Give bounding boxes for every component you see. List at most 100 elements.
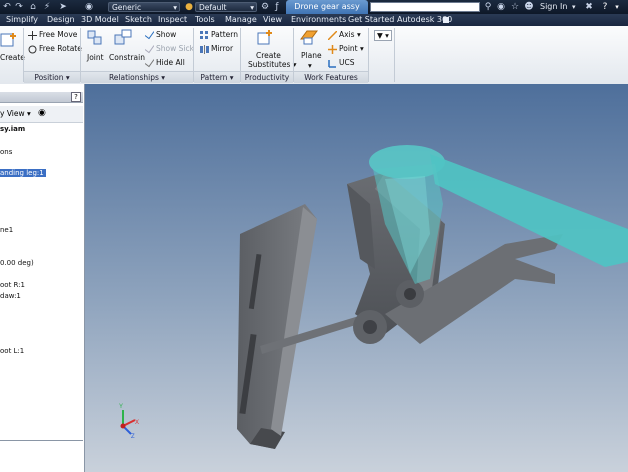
- appearance-value: Generic: [112, 3, 142, 12]
- model-render: Y X Z: [119, 145, 628, 449]
- panel-pattern[interactable]: Pattern ▾: [194, 71, 240, 83]
- point-button[interactable]: Point ▾: [328, 44, 364, 54]
- panel-productivity-label: Productivity: [244, 73, 290, 82]
- axis-icon: [328, 30, 337, 40]
- tree-item-foot-l[interactable]: oot L:1: [0, 347, 24, 355]
- mirror-label: Mirror: [211, 44, 234, 53]
- tree-item-angle[interactable]: 0.00 deg): [0, 259, 34, 267]
- show-sick-button[interactable]: Show Sick: [145, 44, 194, 54]
- tab-get-started[interactable]: Get Started: [348, 14, 394, 26]
- free-move-icon: [28, 30, 37, 40]
- tab-inspect[interactable]: Inspect: [158, 14, 187, 26]
- search-input[interactable]: [370, 2, 480, 12]
- pattern-icon: [200, 30, 208, 39]
- search-icon[interactable]: ⚲: [483, 2, 493, 12]
- show-sick-icon: [145, 44, 154, 53]
- create-substitutes-button-line2[interactable]: Substitutes ▾: [248, 60, 297, 69]
- joint-icon: [87, 30, 102, 45]
- browser-view-dropdown[interactable]: y View ▾: [0, 109, 31, 118]
- free-move-label: Free Move: [39, 30, 78, 39]
- tree-item-landing-leg[interactable]: anding leg:1: [0, 169, 46, 177]
- tree-item-relations[interactable]: ons: [0, 148, 12, 156]
- show-sick-label: Show Sick: [156, 44, 194, 53]
- create-substitutes-icon: [257, 30, 272, 45]
- tab-sketch[interactable]: Sketch: [125, 14, 152, 26]
- chevron-down-icon[interactable]: ▾: [308, 61, 312, 70]
- constrain-button[interactable]: Constrain: [109, 53, 145, 62]
- redo-icon[interactable]: ↷: [14, 2, 24, 12]
- plane-icon: [300, 30, 318, 45]
- axis-button[interactable]: Axis ▾: [328, 30, 361, 40]
- quick-access-dropdown[interactable]: ▼ ▾: [374, 30, 392, 41]
- appearance-clear-icon[interactable]: ⚙: [260, 2, 270, 12]
- pattern-label: Pattern: [211, 30, 238, 39]
- browser-divider: [0, 440, 83, 441]
- model-browser: ? y View ▾ ◉ sy.iam ons anding leg:1 ne1…: [0, 84, 85, 472]
- coordinate-triad: Y X Z: [119, 404, 139, 440]
- tab-view[interactable]: View: [263, 14, 282, 26]
- chevron-down-icon: ▾: [173, 3, 177, 12]
- graphics-viewport[interactable]: Y X Z: [85, 84, 628, 472]
- exchange-icon[interactable]: ✖: [584, 2, 594, 12]
- menu-bar: Simplify Design 3D Model Sketch Inspect …: [0, 14, 628, 26]
- tab-simplify[interactable]: Simplify: [6, 14, 38, 26]
- ribbon: Create Free Move Free Rotate Position ▾ …: [0, 26, 628, 85]
- update-icon[interactable]: ⚡: [42, 2, 52, 12]
- free-move-button[interactable]: Free Move: [28, 30, 77, 40]
- home-icon[interactable]: ⌂: [28, 2, 38, 12]
- tree-root[interactable]: sy.iam: [0, 125, 25, 133]
- tree-item-foot-r[interactable]: oot R:1: [0, 281, 25, 289]
- show-button[interactable]: Show: [145, 30, 176, 40]
- panel-work-features-label: Work Features: [304, 73, 358, 82]
- pattern-button[interactable]: Pattern: [200, 30, 238, 40]
- panel-separator: [394, 28, 395, 82]
- sign-in-link[interactable]: Sign In: [540, 0, 567, 14]
- binoculars-icon[interactable]: ◉: [496, 2, 506, 12]
- material-dropdown[interactable]: Default ▾: [195, 2, 257, 12]
- tab-environments[interactable]: Environments: [291, 14, 346, 26]
- panel-relationships[interactable]: Relationships ▾: [81, 71, 193, 83]
- star-icon[interactable]: ☆: [510, 2, 520, 12]
- hide-all-button[interactable]: Hide All: [145, 58, 185, 68]
- help-icon[interactable]: ?: [600, 2, 610, 12]
- hide-all-label: Hide All: [156, 58, 185, 67]
- foot-plate: [237, 204, 317, 449]
- ucs-icon: [328, 59, 336, 68]
- plane-button[interactable]: Plane: [301, 51, 322, 60]
- ucs-button[interactable]: UCS: [328, 58, 355, 68]
- panel-work-features: Work Features: [294, 71, 368, 83]
- tab-tools[interactable]: Tools: [195, 14, 215, 26]
- chevron-down-icon[interactable]: ▾: [572, 0, 576, 14]
- fx-icon[interactable]: ƒ: [272, 2, 282, 12]
- material-value: Default: [199, 3, 227, 12]
- user-icon[interactable]: ☻: [524, 2, 534, 12]
- tab-3d-model[interactable]: 3D Model: [81, 14, 119, 26]
- color-icon[interactable]: ◉: [84, 2, 94, 12]
- ribbon-toggle-icon[interactable]: [443, 17, 449, 23]
- chevron-down-icon: ▾: [250, 3, 254, 12]
- panel-separator: [368, 28, 369, 82]
- ucs-label: UCS: [339, 58, 355, 67]
- tab-design[interactable]: Design: [47, 14, 75, 26]
- chevron-down-icon[interactable]: ▾: [612, 2, 622, 12]
- undo-icon[interactable]: ↶: [2, 2, 12, 12]
- point-icon: [328, 44, 337, 54]
- binoculars-icon[interactable]: ◉: [38, 108, 46, 118]
- svg-text:Z: Z: [131, 434, 135, 440]
- constrain-icon: [114, 29, 132, 45]
- create-substitutes-button[interactable]: Create: [256, 51, 281, 60]
- point-label: Point: [339, 44, 358, 53]
- joint-button[interactable]: Joint: [87, 53, 104, 62]
- browser-header: ?: [0, 92, 83, 103]
- panel-position[interactable]: Position ▾: [24, 71, 80, 83]
- tree-item-plane[interactable]: ne1: [0, 226, 13, 234]
- tab-manage[interactable]: Manage: [225, 14, 257, 26]
- free-rotate-button[interactable]: Free Rotate: [28, 44, 82, 54]
- mirror-button[interactable]: Mirror: [200, 44, 233, 54]
- tree-item-claw[interactable]: daw:1: [0, 292, 21, 300]
- create-substitutes-label-2: Substitutes: [248, 60, 291, 69]
- create-button[interactable]: Create: [0, 53, 25, 62]
- appearance-dropdown[interactable]: Generic ▾: [108, 2, 180, 12]
- help-icon[interactable]: ?: [71, 92, 81, 102]
- select-icon[interactable]: ➤: [58, 2, 68, 12]
